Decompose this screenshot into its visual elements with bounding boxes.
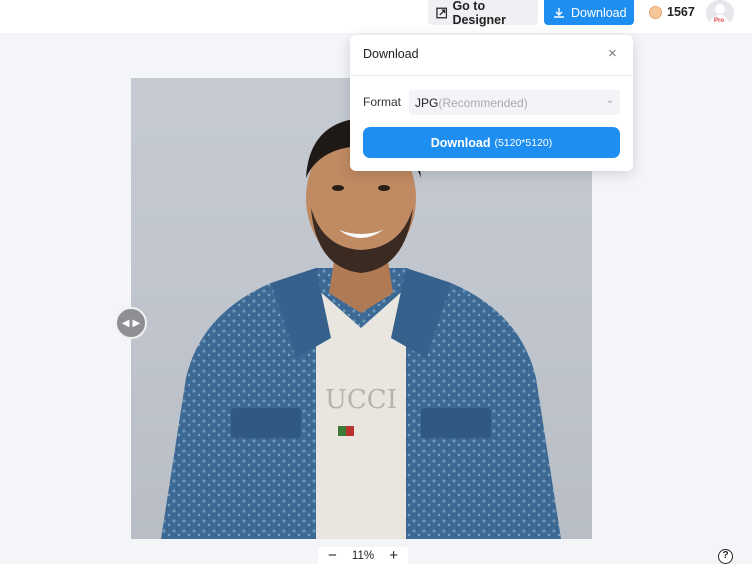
arrow-left-icon: ◀	[121, 317, 130, 329]
external-edit-icon	[436, 7, 448, 18]
go-to-designer-label: Go to Designer	[452, 0, 506, 27]
zoom-in-button[interactable]: +	[389, 548, 398, 563]
go-to-designer-button[interactable]: Go to Designer	[428, 0, 538, 27]
zoom-level: 11%	[351, 549, 375, 562]
help-icon[interactable]: ?	[718, 549, 733, 564]
panel-download-button[interactable]: Download (5120*5120)	[363, 127, 620, 158]
format-value: JPG	[415, 95, 439, 110]
top-bar	[0, 0, 752, 33]
zoom-out-button[interactable]: −	[328, 548, 337, 563]
coin-balance[interactable]: 1567	[643, 2, 701, 22]
chevron-down-icon: ⌄	[605, 95, 614, 106]
download-button[interactable]: Download	[544, 0, 634, 25]
svg-text:UCCI: UCCI	[325, 385, 397, 415]
panel-title: Download	[363, 47, 419, 61]
download-icon	[554, 7, 564, 18]
format-note: (Recommended)	[438, 95, 528, 110]
coin-count: 1567	[667, 5, 695, 19]
format-label: Format	[363, 95, 402, 109]
arrow-right-icon: ▶	[132, 317, 141, 329]
panel-download-label: Download	[430, 135, 491, 150]
format-select[interactable]: JPG (Recommended) ⌄	[409, 90, 620, 115]
compare-slider-icon[interactable]: ◀ ▶	[115, 307, 147, 339]
pro-badge: Pro	[711, 17, 727, 25]
avatar-head	[715, 4, 725, 14]
download-panel: Download × Format JPG (Recommended) ⌄ Do…	[350, 35, 633, 171]
panel-divider	[350, 75, 633, 76]
zoom-control: − 11% +	[318, 547, 408, 564]
resolution-label: (5120*5120)	[494, 136, 553, 149]
coin-icon	[649, 5, 662, 19]
download-button-label: Download	[571, 5, 627, 20]
close-icon[interactable]: ×	[608, 45, 617, 62]
